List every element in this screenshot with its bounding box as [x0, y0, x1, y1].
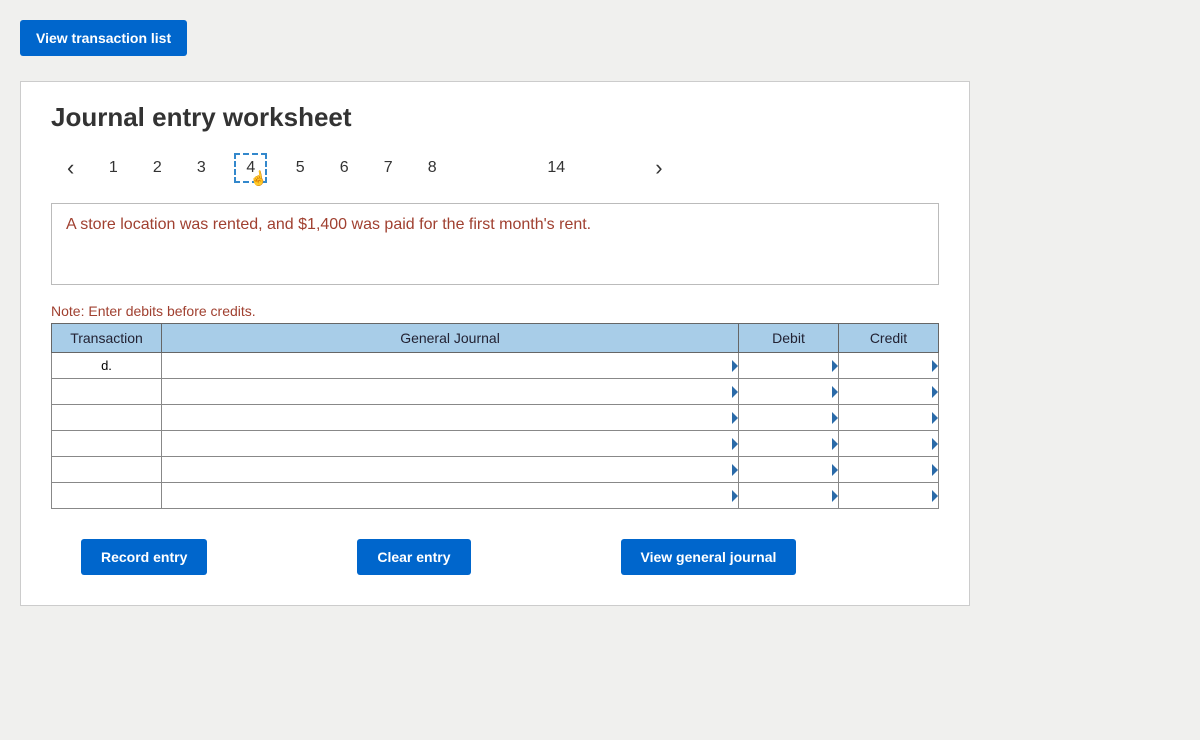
header-general-journal: General Journal — [162, 324, 739, 353]
page-7[interactable]: 7 — [377, 159, 399, 177]
table-row — [52, 405, 939, 431]
cell-general-journal[interactable] — [162, 379, 739, 405]
cell-general-journal[interactable] — [162, 431, 739, 457]
cell-general-journal[interactable] — [162, 353, 739, 379]
transaction-pager: ‹ 1 2 3 4 ☝ 5 6 7 8 14 › — [51, 153, 939, 183]
cell-transaction — [52, 379, 162, 405]
table-row — [52, 379, 939, 405]
header-transaction: Transaction — [52, 324, 162, 353]
cell-debit[interactable] — [739, 483, 839, 509]
cell-credit[interactable] — [839, 457, 939, 483]
journal-table: Transaction General Journal Debit Credit… — [51, 323, 939, 509]
cell-credit[interactable] — [839, 431, 939, 457]
table-row — [52, 483, 939, 509]
page-6[interactable]: 6 — [333, 159, 355, 177]
page-14[interactable]: 14 — [545, 159, 567, 177]
view-general-journal-button[interactable]: View general journal — [621, 539, 797, 575]
cell-transaction: d. — [52, 353, 162, 379]
table-row: d. — [52, 353, 939, 379]
transaction-description-box: A store location was rented, and $1,400 … — [51, 203, 939, 285]
cell-credit[interactable] — [839, 483, 939, 509]
entry-note: Note: Enter debits before credits. — [51, 303, 939, 319]
cell-debit[interactable] — [739, 405, 839, 431]
cell-general-journal[interactable] — [162, 457, 739, 483]
cell-transaction — [52, 431, 162, 457]
table-row — [52, 431, 939, 457]
cell-debit[interactable] — [739, 431, 839, 457]
cell-general-journal[interactable] — [162, 483, 739, 509]
transaction-description: A store location was rented, and $1,400 … — [66, 216, 924, 234]
record-entry-button[interactable]: Record entry — [81, 539, 207, 575]
cell-credit[interactable] — [839, 405, 939, 431]
cell-debit[interactable] — [739, 379, 839, 405]
page-3[interactable]: 3 — [190, 159, 212, 177]
cell-transaction — [52, 457, 162, 483]
page-1[interactable]: 1 — [102, 159, 124, 177]
header-debit: Debit — [739, 324, 839, 353]
page-2[interactable]: 2 — [146, 159, 168, 177]
cell-debit[interactable] — [739, 353, 839, 379]
cell-debit[interactable] — [739, 457, 839, 483]
page-title: Journal entry worksheet — [51, 102, 939, 133]
table-row — [52, 457, 939, 483]
clear-entry-button[interactable]: Clear entry — [357, 539, 470, 575]
page-5[interactable]: 5 — [289, 159, 311, 177]
page-4[interactable]: 4 ☝ — [234, 153, 267, 183]
cell-transaction — [52, 483, 162, 509]
cursor-icon: ☝ — [248, 169, 268, 189]
worksheet-card: Journal entry worksheet ‹ 1 2 3 4 ☝ 5 6 … — [20, 81, 970, 606]
cell-transaction — [52, 405, 162, 431]
cell-credit[interactable] — [839, 379, 939, 405]
view-transaction-list-button[interactable]: View transaction list — [20, 20, 187, 56]
header-credit: Credit — [839, 324, 939, 353]
cell-general-journal[interactable] — [162, 405, 739, 431]
cell-credit[interactable] — [839, 353, 939, 379]
chevron-left-icon[interactable]: ‹ — [61, 155, 80, 181]
chevron-right-icon[interactable]: › — [649, 155, 668, 181]
action-button-row: Record entry Clear entry View general jo… — [51, 539, 939, 575]
page-8[interactable]: 8 — [421, 159, 443, 177]
